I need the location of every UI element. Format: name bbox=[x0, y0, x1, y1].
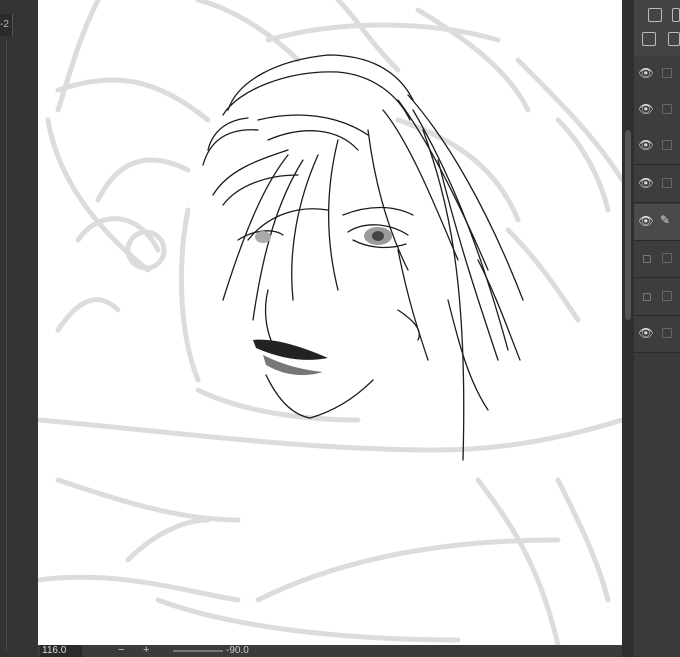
layer-row[interactable]: 👁 bbox=[634, 316, 680, 353]
drawing-canvas[interactable] bbox=[38, 0, 622, 645]
document-tab[interactable]: -2 bbox=[0, 14, 13, 36]
layers-panel: 👁 👁 👁 👁 👁 ✎ 👁 bbox=[622, 0, 680, 657]
hidden-eye-toggle[interactable] bbox=[638, 252, 654, 264]
layer-row[interactable] bbox=[634, 241, 680, 278]
canvas-scrollbar[interactable] bbox=[622, 0, 634, 657]
zoom-value[interactable]: 116.0 bbox=[40, 645, 82, 657]
layer-mask-icon[interactable] bbox=[668, 32, 680, 46]
eye-icon[interactable]: 👁 bbox=[638, 215, 654, 227]
lock-checkbox[interactable] bbox=[662, 140, 672, 150]
line-art-head bbox=[202, 54, 524, 461]
lock-checkbox[interactable] bbox=[662, 68, 672, 78]
layer-row-active[interactable]: 👁 ✎ bbox=[634, 204, 680, 241]
eye-icon[interactable]: 👁 bbox=[638, 67, 654, 79]
layer-folder-icon[interactable] bbox=[642, 32, 656, 46]
layers-toolbar bbox=[634, 0, 680, 57]
lock-checkbox[interactable] bbox=[662, 104, 672, 114]
layer-row[interactable]: 👁 bbox=[634, 128, 680, 165]
rough-sketch-lines bbox=[38, 0, 622, 645]
left-panel: -2 bbox=[0, 0, 38, 657]
copy-layer-icon[interactable] bbox=[648, 8, 662, 22]
zoom-in-button[interactable]: + bbox=[143, 645, 149, 657]
rotation-angle-value[interactable]: -90.0 bbox=[226, 645, 249, 657]
new-layer-icon[interactable] bbox=[672, 8, 680, 22]
eye-icon[interactable]: 👁 bbox=[638, 177, 654, 189]
eye-icon[interactable]: 👁 bbox=[638, 103, 654, 115]
lock-checkbox[interactable] bbox=[662, 291, 672, 301]
layer-row[interactable]: 👁 bbox=[634, 166, 680, 203]
panel-divider bbox=[6, 40, 7, 650]
eye-icon[interactable]: 👁 bbox=[638, 139, 654, 151]
lock-checkbox[interactable] bbox=[662, 253, 672, 263]
layer-row[interactable] bbox=[634, 279, 680, 316]
lock-checkbox[interactable] bbox=[662, 328, 672, 338]
pen-icon: ✎ bbox=[660, 213, 671, 227]
lock-checkbox[interactable] bbox=[662, 178, 672, 188]
eye-icon[interactable]: 👁 bbox=[638, 327, 654, 339]
zoom-out-button[interactable]: − bbox=[118, 645, 124, 657]
line-art-shading bbox=[253, 227, 392, 376]
layer-row[interactable]: 👁 bbox=[634, 56, 680, 93]
zoom-slider[interactable] bbox=[173, 650, 223, 652]
artwork bbox=[38, 0, 622, 645]
scrollbar-thumb[interactable] bbox=[625, 130, 631, 320]
status-bar: 116.0 − + -90.0 bbox=[38, 645, 622, 657]
layer-row[interactable]: 👁 bbox=[634, 92, 680, 129]
hidden-eye-toggle[interactable] bbox=[638, 290, 654, 302]
